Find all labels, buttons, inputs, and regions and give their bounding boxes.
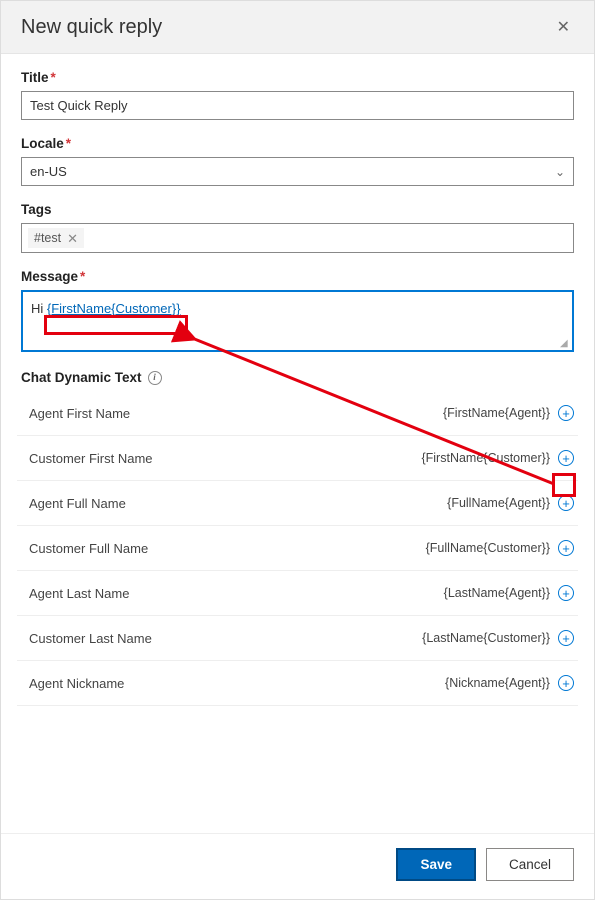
add-token-button[interactable]: + [558,675,574,691]
add-token-button[interactable]: + [558,585,574,601]
dynamic-row-agent-first-name: Agent First Name {FirstName{Agent}} + [17,391,578,436]
dynamic-label: Customer Full Name [29,541,148,556]
message-field-group: Message* Hi {FirstName{Customer}} ◢ [21,269,574,352]
tags-field-group: Tags #test ✕ [21,202,574,253]
dynamic-label: Agent Last Name [29,586,129,601]
message-token[interactable]: {FirstName{Customer}} [47,301,181,316]
panel-footer: Save Cancel [1,833,594,899]
locale-select[interactable]: en-US ⌄ [21,157,574,186]
panel-title: New quick reply [21,16,162,39]
dynamic-token: {FullName{Customer}} [426,541,550,555]
info-icon[interactable]: i [148,371,162,385]
message-label: Message* [21,269,574,284]
panel-content: Title* Locale* en-US ⌄ Tags #test ✕ [1,54,594,833]
dynamic-label: Agent First Name [29,406,130,421]
dynamic-text-heading: Chat Dynamic Text i [21,370,574,385]
dynamic-token: {LastName{Customer}} [422,631,550,645]
locale-value: en-US [30,164,67,179]
dynamic-label: Agent Nickname [29,676,124,691]
save-button[interactable]: Save [396,848,476,881]
panel-header: New quick reply ✕ [1,1,594,54]
locale-label: Locale* [21,136,574,151]
quick-reply-panel: New quick reply ✕ Title* Locale* en-US ⌄… [0,0,595,900]
close-icon[interactable]: ✕ [553,13,574,41]
dynamic-row-customer-full-name: Customer Full Name {FullName{Customer}} … [17,526,578,571]
dynamic-token: {LastName{Agent}} [444,586,550,600]
title-label: Title* [21,70,574,85]
title-field-group: Title* [21,70,574,120]
add-token-button[interactable]: + [558,405,574,421]
dynamic-row-agent-last-name: Agent Last Name {LastName{Agent}} + [17,571,578,616]
message-textarea[interactable]: Hi {FirstName{Customer}} [21,290,574,352]
dynamic-row-customer-first-name: Customer First Name {FirstName{Customer}… [17,436,578,481]
dynamic-label: Customer Last Name [29,631,152,646]
dynamic-token: {FirstName{Agent}} [443,406,550,420]
title-input[interactable] [21,91,574,120]
dynamic-token: {FirstName{Customer}} [421,451,550,465]
dynamic-row-customer-last-name: Customer Last Name {LastName{Customer}} … [17,616,578,661]
locale-field-group: Locale* en-US ⌄ [21,136,574,186]
add-token-button[interactable]: + [558,630,574,646]
add-token-button[interactable]: + [558,450,574,466]
dynamic-row-agent-full-name: Agent Full Name {FullName{Agent}} + [17,481,578,526]
dynamic-label: Agent Full Name [29,496,126,511]
cancel-button[interactable]: Cancel [486,848,574,881]
dynamic-token: {FullName{Agent}} [447,496,550,510]
dynamic-row-agent-nickname: Agent Nickname {Nickname{Agent}} + [17,661,578,706]
tags-label: Tags [21,202,574,217]
dynamic-label: Customer First Name [29,451,153,466]
tag-remove-icon[interactable]: ✕ [67,232,78,245]
tag-chip: #test ✕ [28,228,84,248]
chevron-down-icon: ⌄ [555,165,565,179]
dynamic-text-list: Agent First Name {FirstName{Agent}} + Cu… [17,391,578,706]
add-token-button[interactable]: + [558,495,574,511]
tags-input[interactable]: #test ✕ [21,223,574,253]
message-text: Hi [31,301,47,316]
add-token-button[interactable]: + [558,540,574,556]
dynamic-token: {Nickname{Agent}} [445,676,550,690]
